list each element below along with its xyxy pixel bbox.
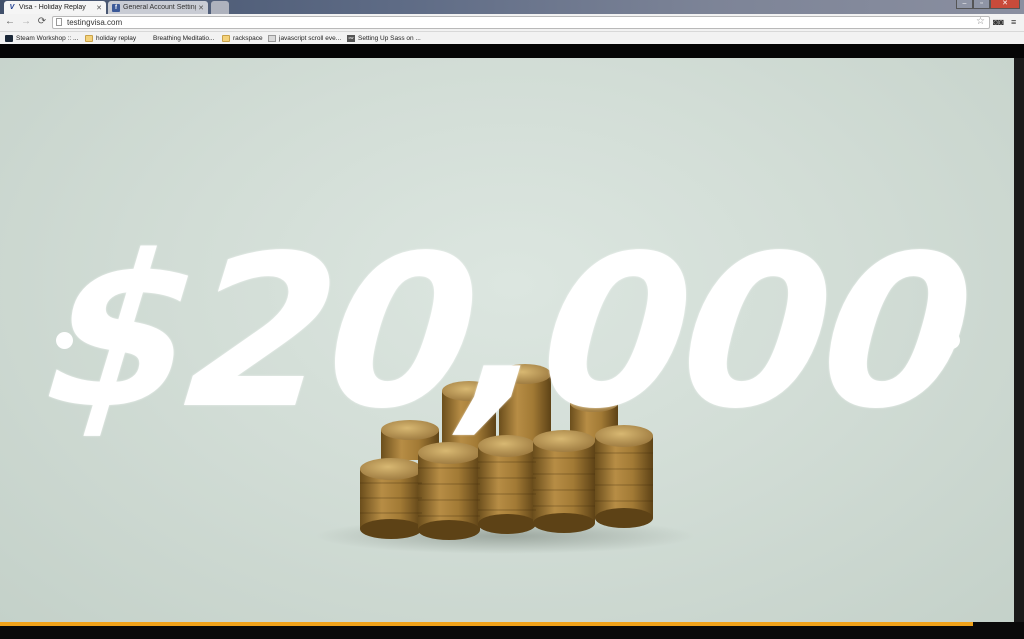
- bookmark-breathing-meditation[interactable]: Breathing Meditatio...: [153, 33, 214, 43]
- address-bar[interactable]: testingvisa.com ☆: [52, 16, 990, 29]
- tab-label: General Account Settings: [123, 4, 197, 11]
- bookmark-javascript-scroll[interactable]: javascript scroll eve...: [268, 33, 341, 43]
- bookmark-label: holiday replay: [96, 34, 137, 42]
- menu-icon[interactable]: ≡: [1011, 16, 1016, 28]
- cw-icon: cw: [347, 34, 355, 42]
- bookmark-rackspace[interactable]: rackspace: [222, 33, 263, 43]
- bookmarks-bar: Steam Workshop :: ... holiday replay Bre…: [0, 32, 1024, 44]
- bookmark-steam-workshop[interactable]: Steam Workshop :: ...: [5, 33, 78, 43]
- facebook-favicon-icon: f: [112, 3, 120, 12]
- page-icon: [56, 18, 62, 26]
- back-arrow-icon[interactable]: ←: [4, 16, 16, 28]
- close-window-button[interactable]: ✕: [990, 0, 1020, 9]
- bookmark-label: Steam Workshop :: ...: [16, 34, 79, 42]
- tab-close-icon[interactable]: ✕: [198, 4, 204, 12]
- slide-nav-dot-right[interactable]: [943, 332, 960, 349]
- tab-general-account-settings[interactable]: f General Account Settings ✕: [108, 1, 208, 14]
- page-top-bar: [0, 44, 1024, 58]
- bookmark-holiday-replay[interactable]: holiday replay: [85, 33, 136, 43]
- window-controls: – ▫ ✕: [956, 0, 1020, 10]
- bookmark-label: Setting Up Sass on ...: [358, 34, 421, 42]
- folder-icon: [222, 34, 230, 42]
- reload-icon[interactable]: ⟳: [36, 16, 48, 28]
- folder-icon: [85, 34, 93, 42]
- browser-title-bar: V Visa - Holiday Replay ✕ f General Acco…: [0, 0, 1024, 14]
- tab-close-icon[interactable]: ✕: [96, 4, 102, 12]
- javascript-icon: [268, 34, 276, 42]
- hero-section: $20,000: [0, 58, 1024, 624]
- headline-amount: $20,000: [36, 210, 978, 455]
- progress-track: [0, 622, 1024, 639]
- progress-bar: [0, 622, 973, 626]
- bookmark-setting-up-sass[interactable]: cw Setting Up Sass on ...: [347, 33, 421, 43]
- minimize-button[interactable]: –: [956, 0, 973, 9]
- slide-nav-dot-left[interactable]: [56, 332, 73, 349]
- bookmark-star-icon[interactable]: ☆: [976, 16, 985, 27]
- url-text: testingvisa.com: [67, 18, 123, 27]
- bookmark-label: Breathing Meditatio...: [153, 34, 215, 42]
- bookmark-label: javascript scroll eve...: [279, 34, 342, 42]
- browser-toolbar: ← → ⟳ testingvisa.com ☆ ◙◙ ≡: [0, 14, 1024, 32]
- new-tab-button[interactable]: [211, 1, 229, 14]
- restore-button[interactable]: ▫: [973, 0, 990, 9]
- scrollbar[interactable]: [1014, 58, 1024, 624]
- forward-arrow-icon[interactable]: →: [20, 16, 32, 28]
- steam-icon: [5, 34, 13, 42]
- visa-favicon-icon: V: [9, 4, 15, 11]
- tab-visa-holiday-replay[interactable]: V Visa - Holiday Replay ✕: [4, 1, 106, 14]
- tab-label: Visa - Holiday Replay: [19, 4, 86, 11]
- extension-glasses-icon[interactable]: ◙◙: [993, 16, 1004, 28]
- bookmark-label: rackspace: [233, 34, 263, 42]
